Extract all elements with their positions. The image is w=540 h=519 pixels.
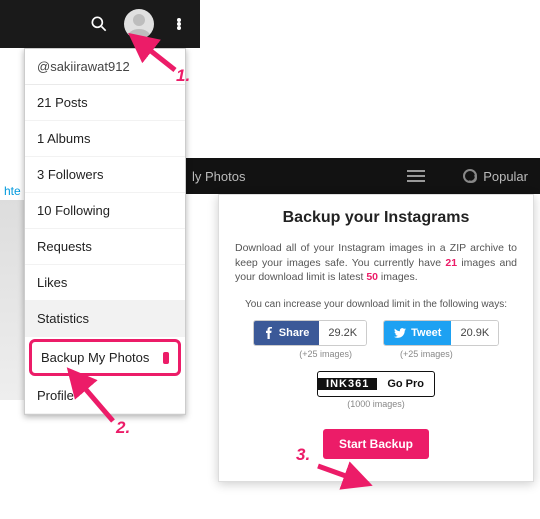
profile-dropdown-menu: @sakiirawat912 21 Posts 1 Albums 3 Follo… xyxy=(24,48,186,415)
popular-link[interactable]: Popular xyxy=(463,169,528,184)
menu-item-requests[interactable]: Requests xyxy=(25,229,185,265)
popular-icon xyxy=(463,169,477,183)
start-backup-button[interactable]: Start Backup xyxy=(323,429,429,459)
search-icon[interactable] xyxy=(88,13,110,35)
tw-share-count: 20.9K xyxy=(451,321,498,345)
menu-item-albums[interactable]: 1 Albums xyxy=(25,121,185,157)
gopro-label: Go Pro xyxy=(377,378,434,390)
annotation-number-1: 1. xyxy=(176,66,190,86)
notification-badge xyxy=(163,352,169,364)
menu-item-likes[interactable]: Likes xyxy=(25,265,185,301)
tw-share-label: Tweet xyxy=(411,327,441,339)
annotation-arrow-3 xyxy=(310,458,390,498)
fb-share-label: Share xyxy=(279,327,310,339)
page-header-row: ly Photos Popular xyxy=(180,158,540,194)
twitter-share-button[interactable]: Tweet 20.9K xyxy=(383,320,499,346)
fb-bonus-text: (+25 images) xyxy=(299,349,352,359)
annotation-number-3: 3. xyxy=(296,445,310,465)
partial-link[interactable]: hte xyxy=(0,180,25,202)
gopro-brand: INK361 xyxy=(318,378,377,390)
gopro-bonus-text: (1000 images) xyxy=(235,399,517,409)
share-row: Share 29.2K Tweet 20.9K xyxy=(235,320,517,346)
menu-item-statistics[interactable]: Statistics xyxy=(25,301,185,337)
facebook-share-button[interactable]: Share 29.2K xyxy=(253,320,367,346)
backup-modal: Backup your Instagrams Download all of y… xyxy=(218,194,534,482)
modal-description: Download all of your Instagram images in… xyxy=(235,241,517,285)
page-title-fragment: ly Photos xyxy=(192,169,245,184)
menu-item-following[interactable]: 10 Following xyxy=(25,193,185,229)
menu-item-followers[interactable]: 3 Followers xyxy=(25,157,185,193)
go-pro-button[interactable]: INK361 Go Pro xyxy=(317,371,435,397)
menu-item-posts[interactable]: 21 Posts xyxy=(25,85,185,121)
hamburger-icon[interactable] xyxy=(407,175,425,177)
modal-increase-text: You can increase your download limit in … xyxy=(235,299,517,310)
tw-bonus-text: (+25 images) xyxy=(400,349,453,359)
facebook-icon xyxy=(264,327,274,339)
fb-share-count: 29.2K xyxy=(319,321,366,345)
annotation-number-2: 2. xyxy=(116,418,130,438)
background-image xyxy=(0,200,24,400)
twitter-icon xyxy=(394,328,406,338)
modal-title: Backup your Instagrams xyxy=(235,209,517,227)
popular-label: Popular xyxy=(483,169,528,184)
